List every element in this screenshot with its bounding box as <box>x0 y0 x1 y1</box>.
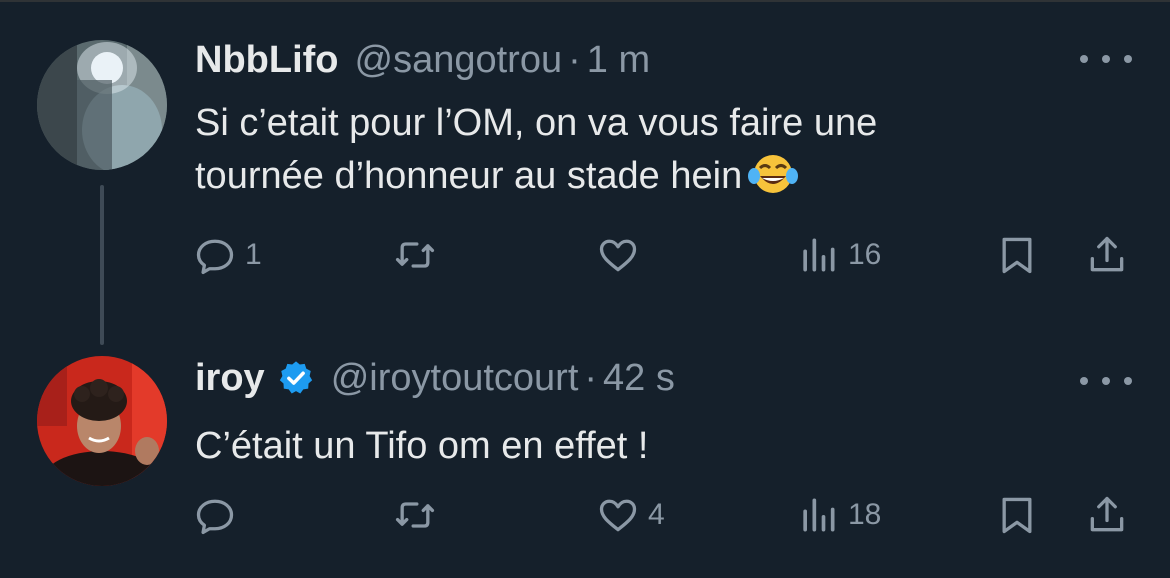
more-options-icon[interactable] <box>1080 366 1132 396</box>
reply-count: 1 <box>245 238 262 271</box>
tweet[interactable]: NbbLifo @sangotrou · 1 m Si c’etait pour… <box>0 0 1170 345</box>
heart-icon <box>599 239 637 272</box>
retweet-icon <box>395 502 435 528</box>
heart-icon <box>599 499 637 532</box>
tweet-text: Si c’etait pour l’OM, on va vous faire u… <box>195 97 1095 203</box>
tweet-header: NbbLifo @sangotrou · 1 m <box>195 36 650 84</box>
face-with-tears-of-joy-icon <box>748 155 799 193</box>
avatar[interactable] <box>37 40 167 170</box>
reply-button[interactable] <box>193 490 245 540</box>
view-count: 18 <box>848 498 882 531</box>
view-count: 16 <box>848 238 882 271</box>
verified-badge-icon <box>279 361 312 394</box>
bookmark-button[interactable] <box>995 490 1039 540</box>
timestamp[interactable]: 42 s <box>603 357 675 400</box>
analytics-icon <box>803 498 835 532</box>
share-icon <box>1090 236 1124 272</box>
like-button[interactable] <box>596 230 648 280</box>
reply-icon <box>196 239 234 275</box>
tweet-text-line: tournée d’honneur au stade hein <box>195 155 743 197</box>
bookmark-button[interactable] <box>995 230 1039 280</box>
bookmark-icon <box>1002 497 1032 534</box>
tweet[interactable]: iroy @iroytoutcourt · 42 s C’était un Ti… <box>0 330 1170 578</box>
separator-dot: · <box>568 38 581 81</box>
timestamp[interactable]: 1 m <box>587 39 650 82</box>
analytics-icon <box>803 238 835 272</box>
tweet-actions: 4 18 <box>0 490 1170 540</box>
tweet-text-line: C’était un Tifo om en effet ! <box>195 425 649 467</box>
display-name[interactable]: iroy <box>195 357 265 400</box>
reply-button[interactable]: 1 <box>193 230 262 280</box>
tweet-header: iroy @iroytoutcourt · 42 s <box>195 354 675 402</box>
tweet-text-line: Si c’etait pour l’OM, on va vous faire u… <box>195 102 878 144</box>
share-button[interactable] <box>1085 230 1129 280</box>
username[interactable]: @sangotrou <box>355 39 563 82</box>
tweet-actions: 1 16 <box>0 230 1170 280</box>
tweet-text: C’était un Tifo om en effet ! <box>195 420 1095 473</box>
bookmark-icon <box>1002 237 1032 274</box>
separator-dot: · <box>584 356 598 399</box>
display-name[interactable]: NbbLifo <box>195 39 339 82</box>
tweet-text-line-with-emoji: tournée d’honneur au stade hein <box>195 150 1095 203</box>
username[interactable]: @iroytoutcourt <box>331 357 579 400</box>
retweet-button[interactable] <box>393 490 445 540</box>
share-icon <box>1090 496 1124 532</box>
views-button[interactable]: 16 <box>796 230 881 280</box>
share-button[interactable] <box>1085 490 1129 540</box>
more-options-icon[interactable] <box>1080 44 1132 74</box>
reply-icon <box>196 499 234 535</box>
avatar[interactable] <box>37 356 167 486</box>
retweet-icon <box>395 242 435 268</box>
like-count: 4 <box>648 498 665 531</box>
views-button[interactable]: 18 <box>796 490 881 540</box>
like-button[interactable]: 4 <box>596 490 665 540</box>
retweet-button[interactable] <box>393 230 445 280</box>
